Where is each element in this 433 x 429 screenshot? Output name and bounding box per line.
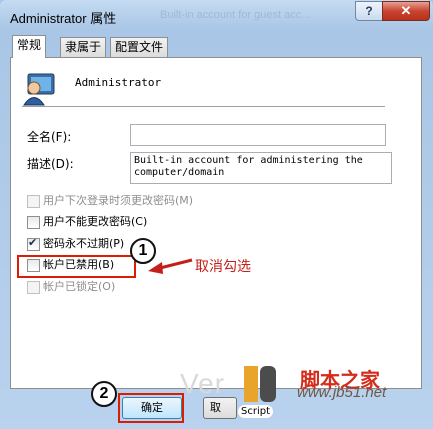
- help-button[interactable]: ?: [355, 1, 383, 21]
- title-bar: Administrator 属性 Built-in account for gu…: [0, 0, 433, 32]
- jb-logo-icon: [244, 366, 276, 402]
- tab-general[interactable]: 常规: [12, 35, 47, 58]
- separator: [22, 106, 385, 107]
- fullname-label: 全名(F):: [27, 130, 72, 144]
- checkbox-box[interactable]: [27, 216, 40, 229]
- checkbox-label: 用户不能更改密码(C): [43, 215, 148, 228]
- description-field[interactable]: Built-in account for administering the c…: [130, 152, 392, 184]
- tab-profile[interactable]: 配置文件: [110, 37, 169, 57]
- checkbox-box[interactable]: [27, 195, 40, 208]
- window-title: Administrator 属性: [10, 11, 117, 26]
- fullname-field[interactable]: [130, 124, 386, 146]
- account-name: Administrator: [75, 76, 162, 89]
- user-account-icon: [23, 73, 55, 106]
- description-label: 描述(D):: [27, 157, 74, 171]
- highlight-account-disabled: [17, 255, 136, 278]
- close-button[interactable]: ✕: [382, 1, 430, 21]
- checkbox-label: 密码永不过期(P): [43, 237, 125, 250]
- checkbox-box[interactable]: [27, 281, 40, 294]
- ok-button[interactable]: 确定: [122, 397, 182, 419]
- checkbox-box[interactable]: [27, 236, 40, 251]
- cancel-button[interactable]: 取: [203, 397, 237, 419]
- checkbox-label: 帐户已锁定(O): [43, 280, 116, 293]
- background-window-title: Built-in account for guest acc...: [160, 9, 311, 21]
- tab-member-of[interactable]: 隶属于: [60, 37, 107, 57]
- watermark-script: Script: [238, 405, 274, 418]
- uncheck-annotation: 取消勾选: [195, 259, 251, 275]
- checkbox-label: 用户下次登录时须更改密码(M): [43, 194, 194, 207]
- step-2-badge: 2: [91, 381, 117, 407]
- arrow-icon: [148, 258, 193, 274]
- watermark-site-url: www.jb51.net: [297, 384, 387, 401]
- watermark-ghost-text: Ver: [180, 368, 226, 399]
- dialog-window: Administrator 属性 Built-in account for gu…: [0, 0, 433, 429]
